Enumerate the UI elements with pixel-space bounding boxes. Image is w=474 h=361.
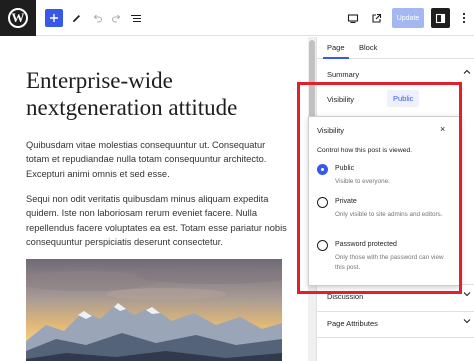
- editor-toolbar: W Update: [0, 0, 474, 36]
- preview-button[interactable]: [343, 8, 363, 28]
- divider: [317, 337, 474, 338]
- add-block-button[interactable]: [45, 9, 63, 27]
- redo-button[interactable]: [106, 8, 126, 28]
- plus-icon: [50, 14, 58, 22]
- paragraph-block[interactable]: Quibusdam vitae molestias consequuntur u…: [26, 138, 288, 181]
- update-button[interactable]: Update: [392, 8, 424, 28]
- mountain-landscape-image: [26, 259, 282, 361]
- view-page-button[interactable]: [366, 8, 386, 28]
- divider: [317, 311, 474, 312]
- list-view-icon: [131, 14, 141, 22]
- editor-canvas[interactable]: Enterprise-wide nextgeneration attitude …: [0, 37, 308, 361]
- active-tab-indicator: [323, 57, 349, 59]
- undo-icon: [93, 14, 102, 23]
- more-vertical-icon: [462, 12, 466, 24]
- paragraph-block[interactable]: Sequi non odit veritatis quibusdam minus…: [26, 192, 288, 250]
- settings-toggle-button[interactable]: [431, 8, 450, 28]
- image-block[interactable]: [26, 259, 282, 361]
- wordpress-logo-mark: W: [8, 8, 28, 28]
- post-title[interactable]: Enterprise-wide nextgeneration attitude: [26, 67, 296, 121]
- annotation-highlight-box: [297, 82, 462, 294]
- tab-page[interactable]: Page: [327, 43, 345, 52]
- sidebar-icon: [435, 13, 446, 23]
- external-link-icon: [371, 13, 381, 23]
- options-menu-button[interactable]: [454, 8, 474, 28]
- chevron-down-icon: [463, 291, 471, 299]
- summary-panel-toggle[interactable]: Summary: [327, 70, 359, 79]
- chevron-down-icon: [463, 318, 471, 326]
- page-attributes-panel-toggle[interactable]: Page Attributes: [327, 319, 378, 328]
- tools-button[interactable]: [66, 8, 86, 28]
- list-view-button[interactable]: [126, 8, 146, 28]
- pencil-icon: [72, 14, 80, 22]
- tab-block[interactable]: Block: [359, 43, 377, 52]
- desktop-preview-icon: [347, 13, 359, 23]
- undo-button[interactable]: [87, 8, 107, 28]
- redo-icon: [111, 14, 120, 23]
- sidebar-tabs: Page Block: [317, 37, 474, 59]
- chevron-up-icon: [463, 69, 471, 77]
- wordpress-logo[interactable]: W: [0, 0, 36, 36]
